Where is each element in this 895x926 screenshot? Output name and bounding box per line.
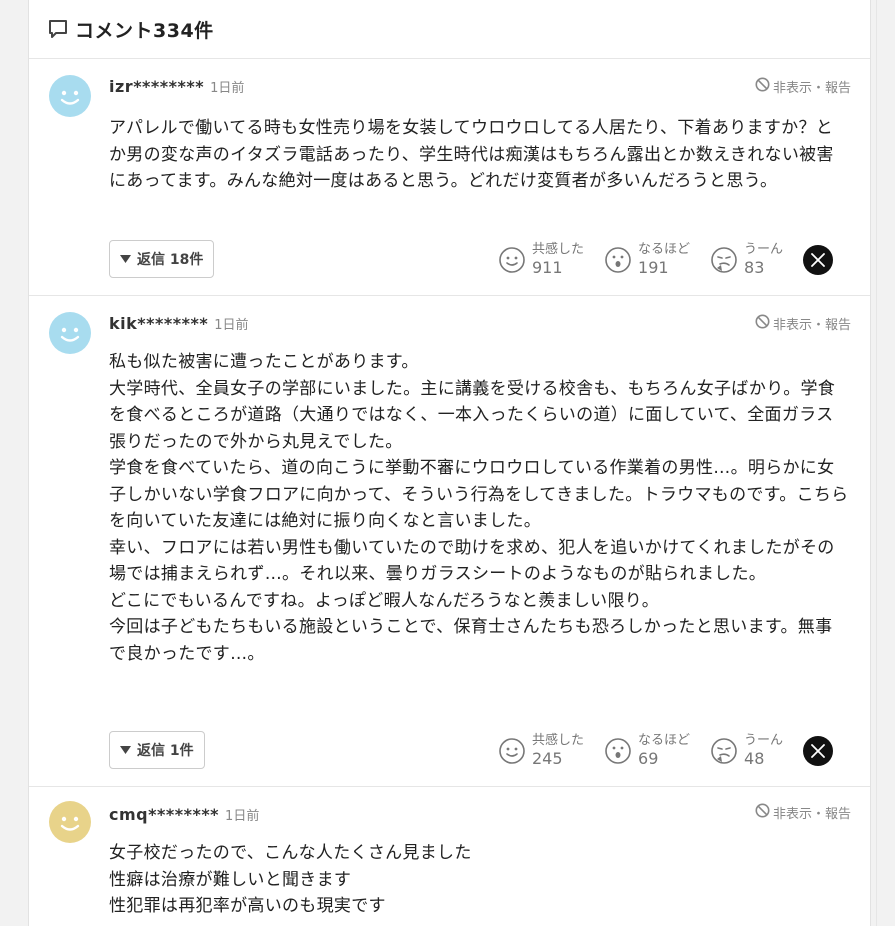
- reaction-naruhodo[interactable]: なるほど 191: [604, 241, 690, 278]
- comment-text: 女子校だったので、こんな人たくさん見ました 性癖は治療が難しいと聞きます 性犯罪…: [109, 843, 472, 916]
- block-icon: [755, 77, 770, 96]
- smile-icon: [499, 246, 525, 273]
- x-logo-icon: [811, 252, 825, 267]
- page-scroll-gutter: [876, 0, 895, 926]
- surprised-icon: [605, 737, 631, 764]
- comments-header: コメント334件: [29, 0, 870, 59]
- reaction-uun[interactable]: うーん 48: [710, 732, 783, 769]
- block-icon: [755, 803, 770, 822]
- block-icon: [755, 314, 770, 333]
- smiley-avatar-icon: [49, 312, 91, 354]
- reaction-label: うーん: [744, 242, 784, 257]
- comments-panel: コメント334件 izr******** 1日前 非表示・報告 アパレルで働いて…: [28, 0, 871, 926]
- reaction-naruhodo[interactable]: なるほど 69: [604, 732, 690, 769]
- reaction-bar: 共感した 911 なるほど 191 うーん 83: [498, 241, 834, 278]
- reaction-count: 191: [638, 258, 669, 277]
- hide-report-link[interactable]: 非表示・報告: [755, 77, 851, 96]
- timestamp: 1日前: [210, 81, 245, 96]
- comment-meta: kik******** 1日前: [109, 314, 248, 333]
- comment-text: 私も似た被害に遭ったことがあります。 大学時代、全員女子の学部にいました。主に講…: [109, 352, 849, 664]
- comment-text: アパレルで働いてる時も女性売り場を女装してウロウロしてる人居たり、下着ありますか…: [109, 118, 834, 191]
- reaction-label: 共感した: [532, 242, 585, 257]
- smile-icon: [499, 737, 525, 764]
- reply-label: 返信 1件: [137, 743, 194, 759]
- smiley-avatar-icon: [49, 801, 91, 843]
- username[interactable]: kik********: [109, 314, 208, 333]
- reaction-label: うーん: [744, 733, 784, 748]
- reaction-label: 共感した: [532, 733, 585, 748]
- comments-title: コメント334件: [75, 19, 214, 42]
- x-logo-icon: [811, 743, 825, 758]
- avatar[interactable]: [49, 312, 91, 354]
- timestamp: 1日前: [225, 809, 260, 824]
- reaction-label: なるほど: [638, 733, 691, 748]
- reaction-count: 911: [532, 258, 563, 277]
- hide-report-label: 非表示・報告: [772, 807, 851, 822]
- reaction-count: 245: [532, 749, 563, 768]
- reaction-count: 69: [638, 749, 659, 768]
- caret-down-icon: [120, 745, 131, 754]
- reply-label: 返信 18件: [137, 252, 204, 268]
- caret-down-icon: [120, 254, 131, 263]
- hide-report-link[interactable]: 非表示・報告: [755, 803, 851, 822]
- timestamp: 1日前: [214, 318, 249, 333]
- smiley-avatar-icon: [49, 75, 91, 117]
- reply-button[interactable]: 返信 1件: [109, 731, 205, 769]
- reaction-empathy[interactable]: 共感した 911: [498, 241, 584, 278]
- hide-report-label: 非表示・報告: [772, 318, 851, 333]
- x-share-button[interactable]: [803, 244, 834, 275]
- x-share-button[interactable]: [803, 735, 834, 766]
- comment-item: kik******** 1日前 非表示・報告 私も似た被害に遭ったことがあります…: [29, 296, 870, 787]
- comment-meta: cmq******** 1日前: [109, 805, 259, 824]
- thinking-icon: [711, 737, 737, 764]
- reaction-label: なるほど: [638, 242, 691, 257]
- reaction-count: 48: [744, 749, 765, 768]
- reaction-count: 83: [744, 258, 765, 277]
- comment-item: cmq******** 1日前 非表示・報告 女子校だったので、こんな人たくさん…: [29, 787, 870, 926]
- reaction-empathy[interactable]: 共感した 245: [498, 732, 584, 769]
- comment-item: izr******** 1日前 非表示・報告 アパレルで働いてる時も女性売り場を…: [29, 59, 870, 296]
- hide-report-label: 非表示・報告: [772, 81, 851, 96]
- username[interactable]: izr********: [109, 77, 204, 96]
- comment-meta: izr******** 1日前: [109, 77, 244, 96]
- avatar[interactable]: [49, 801, 91, 843]
- avatar[interactable]: [49, 75, 91, 117]
- username[interactable]: cmq********: [109, 805, 219, 824]
- hide-report-link[interactable]: 非表示・報告: [755, 314, 851, 333]
- reply-button[interactable]: 返信 18件: [109, 240, 215, 278]
- reaction-uun[interactable]: うーん 83: [710, 241, 783, 278]
- comment-bubble-icon: [47, 18, 69, 40]
- surprised-icon: [605, 246, 631, 273]
- reaction-bar: 共感した 245 なるほど 69 うーん 48: [498, 732, 834, 769]
- thinking-icon: [711, 246, 737, 273]
